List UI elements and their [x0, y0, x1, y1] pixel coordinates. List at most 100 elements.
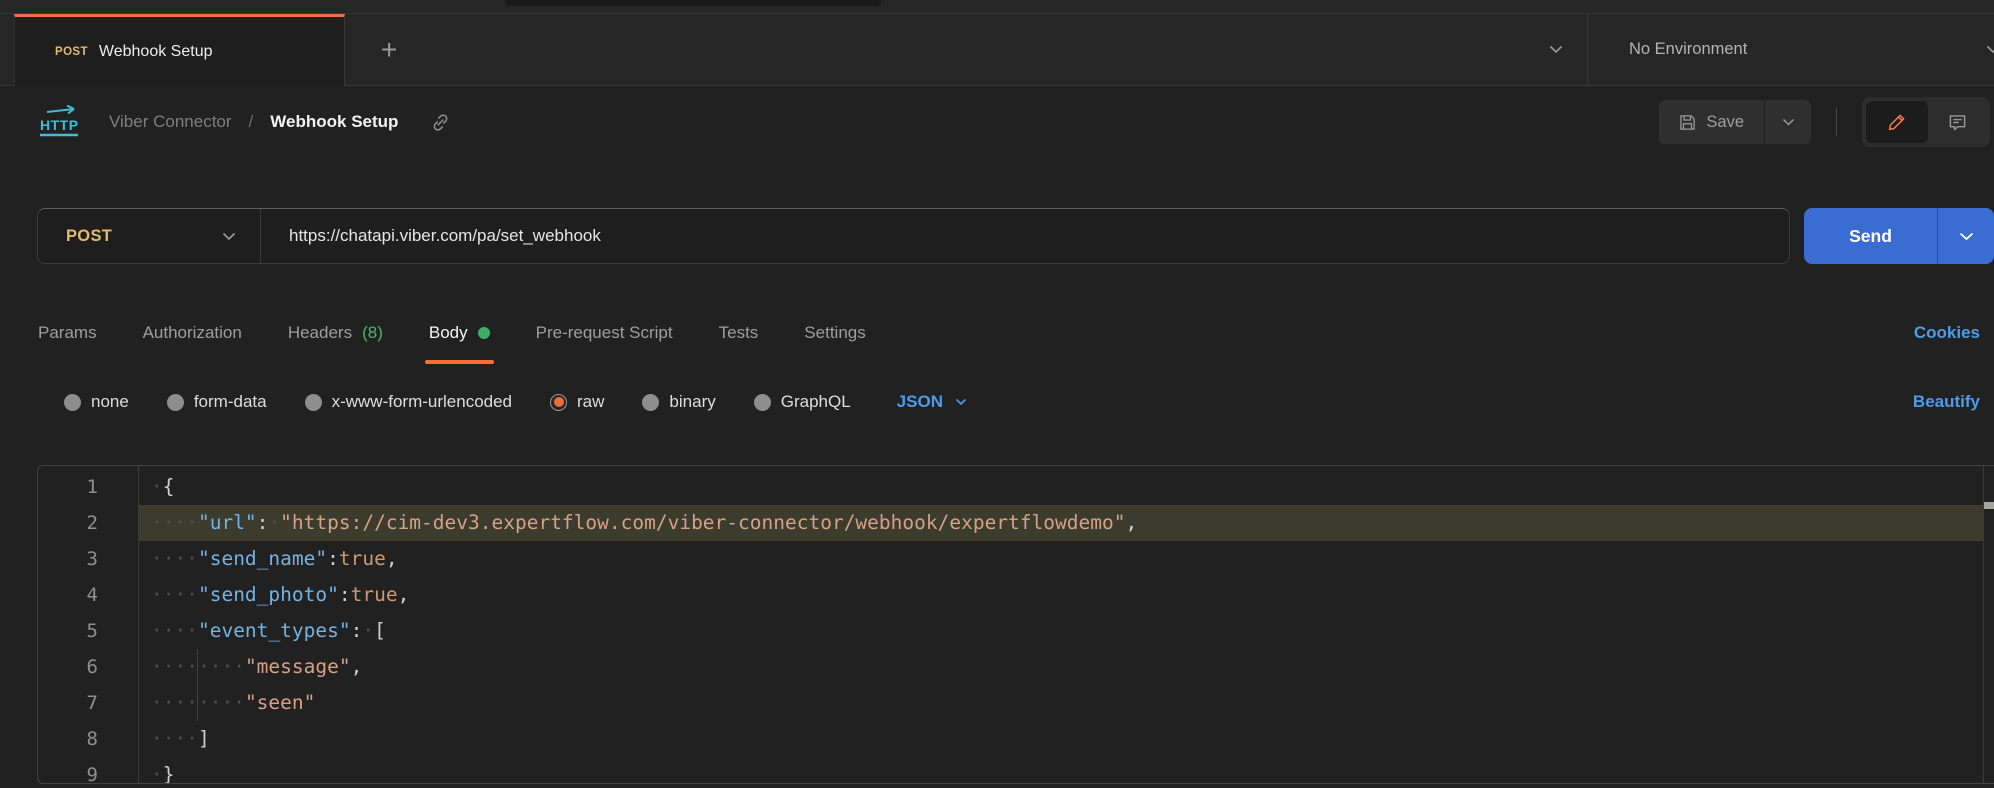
token-whitespace: ····: [151, 691, 198, 714]
copy-link-icon[interactable]: [430, 112, 451, 133]
send-button-group: Send: [1804, 208, 1994, 264]
save-button-group: Save: [1659, 100, 1811, 144]
token-comma: ,: [1125, 511, 1137, 534]
token-bracket: ]: [198, 727, 210, 750]
breadcrumb-collection[interactable]: Viber Connector: [109, 112, 232, 132]
active-tab-underline: [425, 360, 494, 364]
body-code-editor[interactable]: 1·{ 2····"url":·"https://cim-dev3.expert…: [37, 465, 1994, 784]
save-label: Save: [1706, 113, 1744, 132]
new-tab-button[interactable]: +: [381, 36, 397, 64]
indent-guide: [197, 649, 198, 721]
url-bar: POST https://chatapi.viber.com/pa/set_we…: [37, 208, 1790, 264]
breadcrumb-separator: /: [249, 112, 254, 132]
tab-list-chevron-icon[interactable]: [1549, 45, 1563, 54]
tab-body[interactable]: Body: [429, 302, 490, 364]
radio-x-www-form-urlencoded[interactable]: x-www-form-urlencoded: [305, 392, 512, 412]
code-line-9[interactable]: 9 ·}: [38, 757, 1994, 784]
token-comma: ,: [351, 655, 363, 678]
method-label: POST: [66, 227, 112, 246]
token-whitespace: ·: [362, 619, 374, 642]
radio-form-data[interactable]: form-data: [167, 392, 267, 412]
language-selector[interactable]: JSON: [897, 392, 967, 412]
token-whitespace: ····: [151, 511, 198, 534]
token-string: "https://cim-dev3.expertflow.com/viber-c…: [280, 511, 1125, 534]
token-boolean: true: [351, 583, 398, 606]
radio-circle: [642, 394, 659, 411]
url-input[interactable]: https://chatapi.viber.com/pa/set_webhook: [261, 226, 601, 246]
environment-chevron-icon: [1986, 45, 1994, 54]
token-colon: :: [351, 619, 363, 642]
token-string: "message": [245, 655, 351, 678]
breadcrumb: HTTP Viber Connector / Webhook Setup: [0, 86, 1994, 158]
titlebar-strip: [0, 0, 1994, 14]
gutter-divider: [138, 466, 139, 783]
environment-selector[interactable]: No Environment: [1588, 14, 1994, 85]
code-line-3[interactable]: 3····"send_name":true,: [38, 541, 1994, 577]
token-comma: ,: [386, 547, 398, 570]
token-whitespace: ····: [151, 655, 198, 678]
body-modified-dot: [478, 327, 490, 339]
request-tab-webhook-setup[interactable]: POST Webhook Setup: [14, 14, 345, 86]
token-brace: }: [163, 763, 175, 784]
token-colon: :: [327, 547, 339, 570]
workspace-searchbar-edge: [505, 0, 881, 6]
method-selector[interactable]: POST: [38, 209, 260, 263]
language-chevron-icon: [955, 398, 967, 406]
breadcrumb-request-name[interactable]: Webhook Setup: [270, 112, 398, 132]
send-options-chevron[interactable]: [1938, 208, 1994, 264]
token-whitespace: ·: [268, 511, 280, 534]
code-line-5[interactable]: 5····"event_types":·[: [38, 613, 1994, 649]
code-line-6[interactable]: 6········"message",: [38, 649, 1994, 685]
radio-circle: [167, 394, 184, 411]
body-type-options: none form-data x-www-form-urlencoded raw…: [0, 380, 1994, 424]
edit-comment-toggle-group: [1862, 97, 1990, 147]
tab-tests[interactable]: Tests: [719, 302, 759, 364]
line-number: 3: [38, 541, 138, 577]
token-comma: ,: [398, 583, 410, 606]
cookies-link[interactable]: Cookies: [1914, 323, 1980, 343]
save-button[interactable]: Save: [1659, 100, 1764, 144]
radio-binary[interactable]: binary: [642, 392, 715, 412]
environment-label: No Environment: [1629, 40, 1747, 59]
tab-params[interactable]: Params: [38, 302, 97, 364]
request-tabs: Params Authorization Headers(8) Body Pre…: [0, 302, 1994, 364]
tab-authorization[interactable]: Authorization: [143, 302, 242, 364]
tab-settings[interactable]: Settings: [804, 302, 865, 364]
tab-method-label: POST: [55, 46, 88, 58]
http-request-icon: HTTP: [37, 105, 85, 139]
token-whitespace: ····: [151, 583, 198, 606]
line-number: 8: [38, 721, 138, 757]
token-string: "seen": [245, 691, 315, 714]
beautify-link[interactable]: Beautify: [1913, 392, 1980, 412]
actions-divider: [1836, 108, 1837, 136]
tab-row: POST Webhook Setup + No Environment: [0, 14, 1994, 86]
token-bracket: [: [374, 619, 386, 642]
token-whitespace: ·: [151, 763, 163, 784]
line-number: 5: [38, 613, 138, 649]
code-line-1[interactable]: 1·{: [38, 469, 1994, 505]
code-line-8[interactable]: 8····]: [38, 721, 1994, 757]
svg-text:HTTP: HTTP: [40, 117, 79, 133]
comments-button[interactable]: [1928, 101, 1986, 143]
send-button[interactable]: Send: [1804, 208, 1937, 264]
code-line-2-highlighted[interactable]: 2····"url":·"https://cim-dev3.expertflow…: [38, 505, 1994, 541]
radio-none[interactable]: none: [64, 392, 129, 412]
code-line-7[interactable]: 7········"seen": [38, 685, 1994, 721]
edit-mode-button[interactable]: [1866, 101, 1928, 143]
line-number: 9: [38, 757, 138, 784]
request-actions: Save: [1659, 97, 1990, 147]
radio-circle: [305, 394, 322, 411]
tab-pre-request-script[interactable]: Pre-request Script: [536, 302, 673, 364]
code-line-4[interactable]: 4····"send_photo":true,: [38, 577, 1994, 613]
radio-circle: [64, 394, 81, 411]
tab-headers[interactable]: Headers(8): [288, 302, 383, 364]
token-whitespace: ····: [151, 547, 198, 570]
token-key: "event_types": [198, 619, 351, 642]
headers-count: (8): [362, 323, 383, 343]
radio-graphql[interactable]: GraphQL: [754, 392, 851, 412]
radio-raw[interactable]: raw: [550, 392, 604, 412]
overview-ruler-marker[interactable]: [1984, 502, 1994, 509]
token-key: "send_name": [198, 547, 327, 570]
postman-app-window: POST Webhook Setup + No Environment HTTP: [0, 0, 1994, 788]
save-options-chevron[interactable]: [1765, 100, 1811, 144]
